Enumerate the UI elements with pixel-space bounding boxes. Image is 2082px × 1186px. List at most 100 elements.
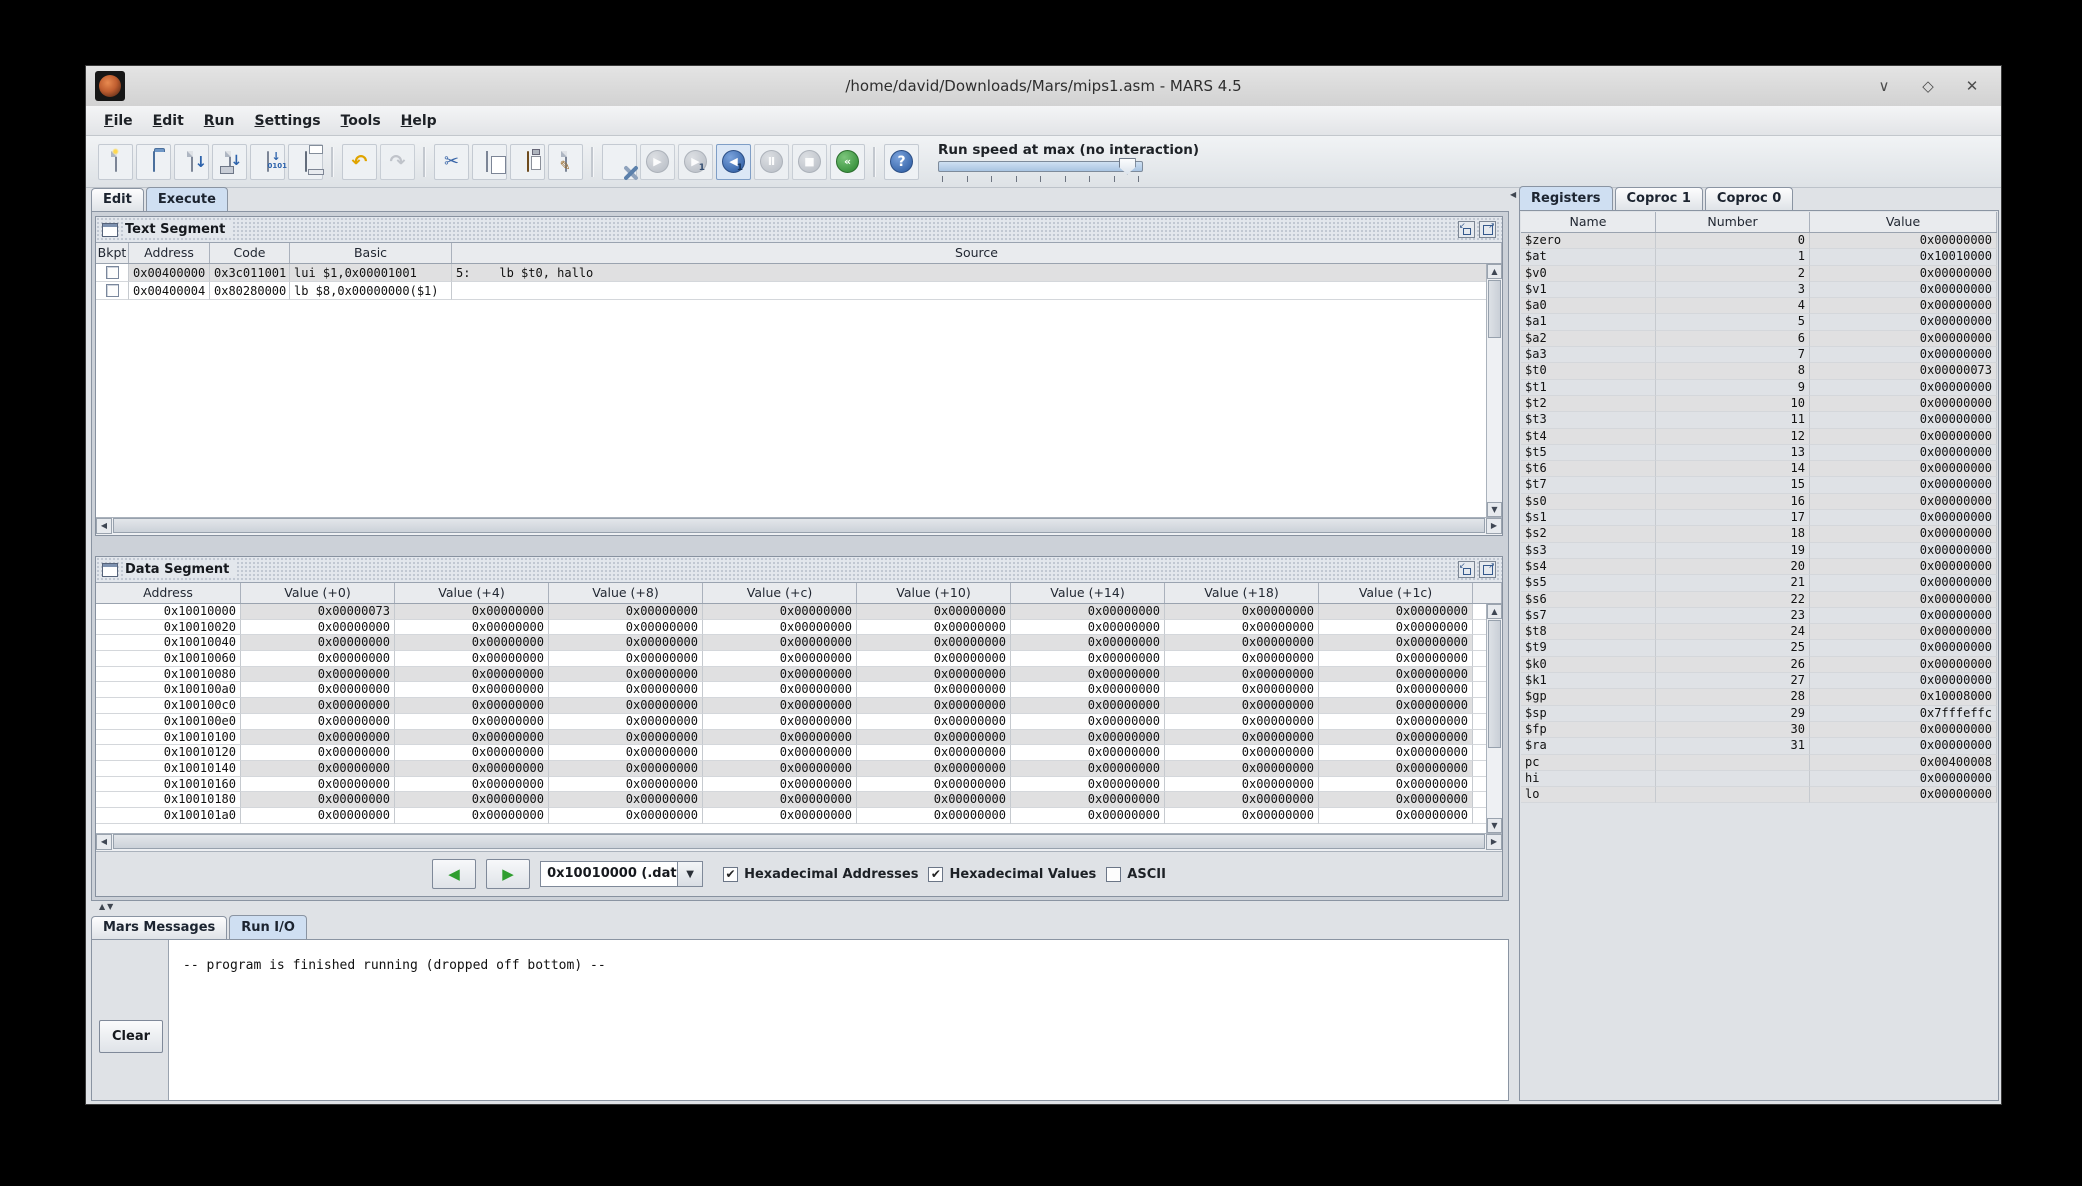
- value-cell[interactable]: 0x00000000: [395, 604, 549, 620]
- tab-edit[interactable]: Edit: [91, 188, 144, 211]
- value-cell[interactable]: 0x00000000: [1011, 635, 1165, 651]
- horizontal-splitter[interactable]: ▲ ▼: [91, 901, 1509, 913]
- register-value[interactable]: 0x00000000: [1810, 559, 1997, 575]
- tab-coproc-0[interactable]: Coproc 0: [1705, 187, 1793, 210]
- value-cell[interactable]: 0x00000000: [549, 604, 703, 620]
- value-cell[interactable]: 0x00000000: [703, 651, 857, 667]
- value-cell[interactable]: 0x00000000: [1011, 667, 1165, 683]
- value-cell[interactable]: 0x00000000: [1011, 651, 1165, 667]
- register-value[interactable]: 0x00000000: [1810, 510, 1997, 526]
- memory-base-value[interactable]: 0x10010000 (.data): [540, 861, 678, 887]
- scroll-down-icon[interactable]: ▼: [1487, 818, 1502, 833]
- run-speed-slider[interactable]: [938, 161, 1143, 172]
- register-value[interactable]: 0x00000000: [1810, 314, 1997, 330]
- value-cell[interactable]: 0x00000000: [241, 620, 395, 636]
- value-cell[interactable]: 0x00000000: [1165, 808, 1319, 824]
- value-cell[interactable]: 0x00000000: [703, 745, 857, 761]
- tab-run-i-o[interactable]: Run I/O: [229, 915, 307, 939]
- dump-memory-button[interactable]: [250, 144, 285, 180]
- clear-button[interactable]: Clear: [99, 1020, 163, 1053]
- stop-button[interactable]: ■: [792, 144, 827, 180]
- value-cell[interactable]: 0x00000000: [241, 635, 395, 651]
- checked-checkbox-icon[interactable]: ✔: [723, 867, 738, 882]
- value-cell[interactable]: 0x00000000: [857, 745, 1011, 761]
- value-cell[interactable]: 0x00000000: [1319, 761, 1473, 777]
- menu-help[interactable]: Help: [391, 107, 447, 135]
- value-cell[interactable]: 0x00000000: [857, 698, 1011, 714]
- register-value[interactable]: 0x00000000: [1810, 640, 1997, 656]
- next-memory-page-button[interactable]: ▶: [486, 859, 530, 889]
- value-cell[interactable]: 0x00000000: [1165, 761, 1319, 777]
- register-value[interactable]: 0x10008000: [1810, 689, 1997, 705]
- value-cell[interactable]: 0x00000000: [857, 792, 1011, 808]
- value-cell[interactable]: 0x00000000: [549, 745, 703, 761]
- value-cell[interactable]: 0x00000000: [1319, 714, 1473, 730]
- value-cell[interactable]: 0x00000000: [703, 714, 857, 730]
- value-cell[interactable]: 0x00000000: [549, 730, 703, 746]
- register-value[interactable]: 0x00000000: [1810, 738, 1997, 754]
- value-cell[interactable]: 0x00000000: [241, 698, 395, 714]
- value-cell[interactable]: 0x00000000: [1011, 620, 1165, 636]
- value-cell[interactable]: 0x00000000: [857, 777, 1011, 793]
- value-cell[interactable]: 0x00000000: [1319, 777, 1473, 793]
- splitter-up-icon[interactable]: ▲: [99, 903, 105, 911]
- value-cell[interactable]: 0x00000000: [1319, 745, 1473, 761]
- register-value[interactable]: 0x00000000: [1810, 526, 1997, 542]
- maximize-frame-icon[interactable]: ↗: [1479, 221, 1496, 238]
- value-cell[interactable]: 0x00000000: [1165, 635, 1319, 651]
- value-cell[interactable]: 0x00000000: [549, 651, 703, 667]
- value-cell[interactable]: 0x00000000: [549, 620, 703, 636]
- minimize-frame-icon[interactable]: ↙: [1458, 561, 1475, 578]
- value-cell[interactable]: 0x00000000: [1319, 698, 1473, 714]
- redo-button[interactable]: ↷: [380, 144, 415, 180]
- checkbox-hexadecimal-values[interactable]: ✔Hexadecimal Values: [928, 867, 1096, 882]
- value-cell[interactable]: 0x00000000: [241, 745, 395, 761]
- value-cell[interactable]: 0x00000000: [1165, 620, 1319, 636]
- value-cell[interactable]: 0x00000000: [1319, 620, 1473, 636]
- help-button[interactable]: ?: [884, 144, 919, 180]
- tab-mars-messages[interactable]: Mars Messages: [91, 916, 227, 939]
- register-value[interactable]: 0x00000000: [1810, 347, 1997, 363]
- register-value[interactable]: 0x00000000: [1810, 461, 1997, 477]
- register-value[interactable]: 0x00000000: [1810, 396, 1997, 412]
- value-cell[interactable]: 0x00000000: [549, 761, 703, 777]
- value-cell[interactable]: 0x00000000: [1165, 792, 1319, 808]
- value-cell[interactable]: 0x00000000: [1319, 682, 1473, 698]
- value-cell[interactable]: 0x00000000: [395, 698, 549, 714]
- menu-file[interactable]: File: [94, 107, 143, 135]
- undo-button[interactable]: ↶: [342, 144, 377, 180]
- value-cell[interactable]: 0x00000000: [703, 698, 857, 714]
- paste-button[interactable]: [510, 144, 545, 180]
- value-cell[interactable]: 0x00000000: [857, 714, 1011, 730]
- value-cell[interactable]: 0x00000000: [857, 651, 1011, 667]
- value-cell[interactable]: 0x00000000: [395, 714, 549, 730]
- menu-edit[interactable]: Edit: [143, 107, 194, 135]
- value-cell[interactable]: 0x00000000: [857, 620, 1011, 636]
- value-cell[interactable]: 0x00000000: [1165, 714, 1319, 730]
- value-cell[interactable]: 0x00000000: [395, 777, 549, 793]
- scroll-down-icon[interactable]: ▼: [1487, 502, 1502, 517]
- value-cell[interactable]: 0x00000000: [549, 698, 703, 714]
- register-value[interactable]: 0x7fffeffc: [1810, 706, 1997, 722]
- scrollbar-track[interactable]: [112, 518, 1486, 535]
- value-cell[interactable]: 0x00000000: [1319, 792, 1473, 808]
- prev-memory-page-button[interactable]: ◀: [432, 859, 476, 889]
- value-cell[interactable]: 0x00000000: [857, 682, 1011, 698]
- value-cell[interactable]: 0x00000000: [1165, 730, 1319, 746]
- value-cell[interactable]: 0x00000000: [549, 635, 703, 651]
- checked-checkbox-icon[interactable]: ✔: [928, 867, 943, 882]
- value-cell[interactable]: 0x00000000: [395, 682, 549, 698]
- register-value[interactable]: 0x00000000: [1810, 592, 1997, 608]
- new-file-button[interactable]: [98, 144, 133, 180]
- register-value[interactable]: 0x00400008: [1810, 755, 1997, 771]
- open-file-button[interactable]: [136, 144, 171, 180]
- value-cell[interactable]: 0x00000000: [1319, 667, 1473, 683]
- value-cell[interactable]: 0x00000000: [703, 635, 857, 651]
- value-cell[interactable]: 0x00000000: [395, 792, 549, 808]
- value-cell[interactable]: 0x00000000: [1165, 745, 1319, 761]
- value-cell[interactable]: 0x00000000: [1165, 682, 1319, 698]
- value-cell[interactable]: 0x00000000: [857, 808, 1011, 824]
- value-cell[interactable]: 0x00000000: [857, 761, 1011, 777]
- value-cell[interactable]: 0x00000000: [703, 777, 857, 793]
- tab-registers[interactable]: Registers: [1519, 186, 1613, 210]
